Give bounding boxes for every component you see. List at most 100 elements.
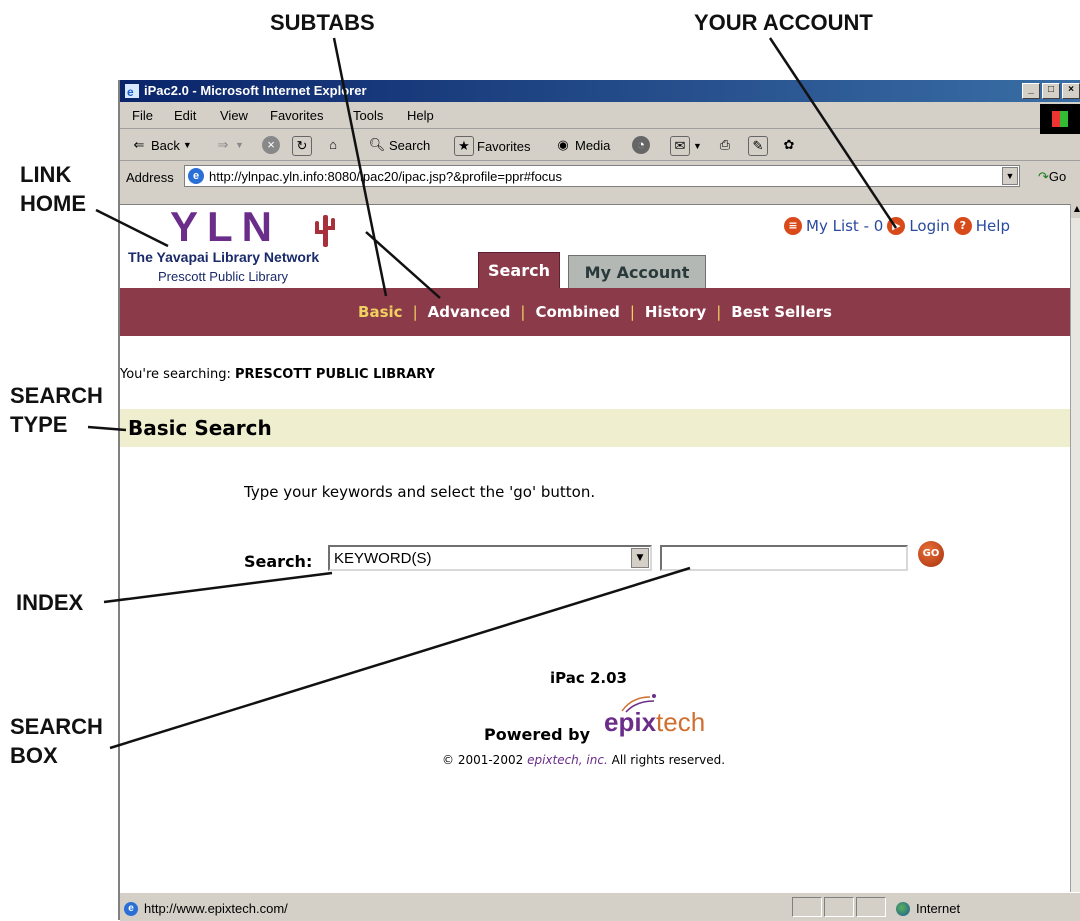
history-icon: ◔	[632, 136, 650, 154]
history-button[interactable]: ◔	[632, 136, 650, 154]
search-icon: 🔍︎	[368, 137, 386, 152]
menu-file[interactable]: File	[132, 108, 153, 123]
annotation-search-type-line1: SEARCH	[10, 383, 103, 408]
menu-edit[interactable]: Edit	[174, 108, 196, 123]
subtab-best-sellers[interactable]: Best Sellers	[721, 303, 842, 321]
search-type-band: Basic Search	[120, 409, 1070, 447]
help-link[interactable]: Help	[976, 217, 1010, 235]
status-segment	[856, 897, 886, 917]
stop-button[interactable]: ×	[262, 136, 280, 154]
search-type-title: Basic Search	[128, 416, 272, 440]
subtab-basic[interactable]: Basic	[348, 303, 413, 321]
annotation-your-account: YOUR ACCOUNT	[694, 10, 873, 35]
menu-favorites[interactable]: Favorites	[270, 108, 323, 123]
close-button[interactable]: ×	[1062, 83, 1080, 99]
media-button[interactable]: ◉ Media	[554, 136, 610, 154]
status-segment	[792, 897, 822, 917]
annotation-search-type-line2: TYPE	[10, 412, 68, 437]
status-page-icon: e	[124, 901, 138, 916]
messenger-button[interactable]: ✿	[780, 136, 798, 154]
status-url-area: e http://www.epixtech.com/	[124, 901, 288, 916]
yln-logo: YLN	[170, 204, 281, 250]
minimize-button[interactable]: _	[1022, 83, 1040, 99]
address-label: Address	[126, 170, 174, 185]
search-instructions: Type your keywords and select the 'go' b…	[244, 483, 596, 501]
help-icon: ?	[953, 217, 972, 235]
zone-label: Internet	[916, 901, 961, 916]
annotation-search-type: SEARCH TYPE	[10, 381, 103, 439]
go-button[interactable]: GO	[918, 541, 944, 567]
status-segment	[824, 897, 854, 917]
epix-wordmark: epix	[604, 707, 657, 737]
print-icon: ⎙	[719, 137, 731, 152]
address-input[interactable]: e http://ylnpac.yln.info:8080/ipac20/ipa…	[184, 165, 1020, 187]
search-button[interactable]: 🔍︎ Search	[368, 136, 430, 154]
ipac-version: iPac 2.03	[550, 669, 627, 687]
subtab-history[interactable]: History	[635, 303, 716, 321]
favorites-icon: ★	[454, 136, 474, 156]
copyright-company[interactable]: epixtech, inc.	[527, 753, 608, 767]
menu-tools[interactable]: Tools	[353, 108, 383, 123]
copyright: © 2001-2002 epixtech, inc. All rights re…	[442, 753, 725, 767]
mail-button[interactable]: ✉ ▼	[670, 136, 702, 156]
status-bar: e http://www.epixtech.com/ Internet	[120, 892, 1080, 921]
back-dropdown-icon: ▼	[182, 140, 192, 150]
forward-button[interactable]: ⇒ ▼	[214, 136, 244, 154]
status-url: http://www.epixtech.com/	[144, 901, 288, 916]
tab-search[interactable]: Search	[478, 252, 560, 288]
subtab-combined[interactable]: Combined	[525, 303, 629, 321]
tab-my-account[interactable]: My Account	[568, 255, 706, 288]
favorites-button-label: Favorites	[477, 138, 531, 154]
address-bar: Address e http://ylnpac.yln.info:8080/ip…	[120, 162, 1080, 192]
favorites-button[interactable]: ★ Favorites	[454, 136, 530, 156]
page-icon: e	[188, 168, 204, 184]
annotation-search-box: SEARCH BOX	[10, 712, 103, 770]
login-link[interactable]: Login	[909, 217, 949, 235]
address-go-button[interactable]: ↷Go	[1038, 169, 1066, 185]
media-button-label: Media	[575, 137, 611, 153]
address-dropdown-icon[interactable]: ▼	[1002, 167, 1018, 185]
maximize-button[interactable]: □	[1042, 83, 1060, 99]
subtab-advanced[interactable]: Advanced	[418, 303, 521, 321]
subtab-bar: Basic | Advanced | Combined | History | …	[120, 288, 1070, 336]
searching-library: PRESCOTT PUBLIC LIBRARY	[234, 367, 435, 382]
search-input[interactable]	[660, 545, 908, 571]
index-select-value: KEYWORD(S)	[334, 550, 432, 567]
list-icon: ≡	[784, 217, 802, 235]
edit-icon: ✎	[748, 136, 768, 156]
annotation-search-box-line2: BOX	[10, 743, 58, 768]
mail-icon: ✉	[670, 136, 690, 156]
back-button[interactable]: ⇐ Back ▼	[130, 136, 192, 154]
print-button[interactable]: ⎙	[716, 136, 734, 154]
home-button[interactable]: ⌂	[324, 136, 342, 154]
my-list-link[interactable]: My List - 0	[806, 217, 883, 235]
index-select[interactable]: KEYWORD(S) ▼	[328, 545, 652, 571]
library-name: Prescott Public Library	[158, 269, 289, 284]
globe-icon	[896, 901, 910, 916]
page-viewport: YLN The Yavapai Library Network Prescott…	[120, 204, 1070, 893]
browser-window: e iPac2.0 - Microsoft Internet Explorer …	[118, 80, 1080, 921]
stop-icon: ×	[262, 136, 280, 154]
svg-text:e: e	[127, 85, 134, 99]
back-arrow-icon: ⇐	[133, 137, 145, 152]
login-arrow-icon: ▶	[887, 217, 906, 235]
media-icon: ◉	[557, 137, 569, 152]
window-title: iPac2.0 - Microsoft Internet Explorer	[144, 83, 367, 98]
cactus-icon	[315, 215, 335, 247]
annotation-search-box-line1: SEARCH	[10, 714, 103, 739]
home-logo-link[interactable]: YLN The Yavapai Library Network Prescott…	[120, 205, 360, 291]
refresh-button[interactable]: ↻	[292, 136, 312, 156]
window-controls: _ □ ×	[1022, 83, 1080, 99]
vertical-scrollbar[interactable]: ▲	[1070, 204, 1080, 892]
menu-help[interactable]: Help	[407, 108, 434, 123]
search-label: Search:	[244, 552, 313, 571]
chevron-down-icon[interactable]: ▼	[631, 548, 649, 568]
menu-view[interactable]: View	[220, 108, 248, 123]
security-zone: Internet	[896, 901, 960, 916]
searching-scope: You're searching: PRESCOTT PUBLIC LIBRAR…	[120, 367, 435, 382]
epixtech-logo[interactable]: epixtech	[604, 707, 705, 738]
scroll-up-icon[interactable]: ▲	[1071, 204, 1080, 218]
annotation-subtabs: SUBTABS	[270, 10, 375, 35]
messenger-icon: ✿	[783, 137, 795, 152]
edit-button[interactable]: ✎	[748, 136, 768, 156]
